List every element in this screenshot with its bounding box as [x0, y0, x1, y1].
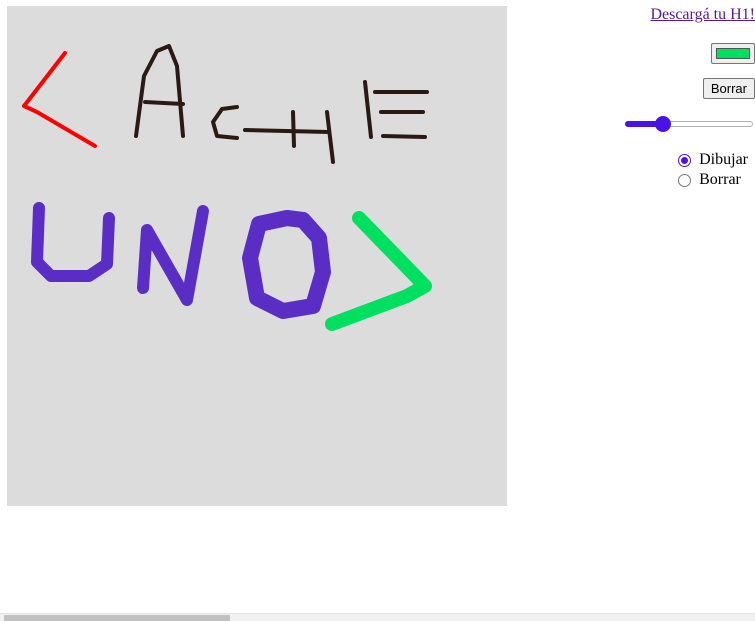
- drawing-canvas[interactable]: [7, 6, 507, 506]
- stroke-red-chevron: [22, 51, 97, 148]
- slider-thumb[interactable]: [655, 116, 672, 132]
- erase-radio[interactable]: [678, 173, 692, 187]
- draw-label: Dibujar: [699, 151, 748, 168]
- clear-button[interactable]: Borrar: [702, 78, 755, 99]
- color-swatch: [716, 48, 750, 59]
- mode-radio-group: Dibujar Borrar: [678, 150, 748, 190]
- erase-label: Borrar: [699, 171, 741, 188]
- draw-radio[interactable]: [678, 153, 692, 167]
- drawing-strokes: [22, 44, 432, 331]
- stroke-dark-letters: [134, 44, 429, 164]
- mode-option-erase[interactable]: Borrar: [678, 170, 748, 190]
- horizontal-scrollbar[interactable]: [0, 613, 755, 621]
- stroke-green-chevron: [325, 211, 432, 331]
- scrollbar-thumb[interactable]: [4, 615, 230, 621]
- page: Descargá tu H1! Borrar Dibujar Borrar: [0, 0, 755, 621]
- brush-size-slider[interactable]: [625, 115, 753, 133]
- color-picker[interactable]: [711, 43, 755, 64]
- mode-option-draw[interactable]: Dibujar: [678, 150, 748, 170]
- stroke-purple-letters: [31, 202, 331, 319]
- download-link[interactable]: Descargá tu H1!: [650, 6, 755, 24]
